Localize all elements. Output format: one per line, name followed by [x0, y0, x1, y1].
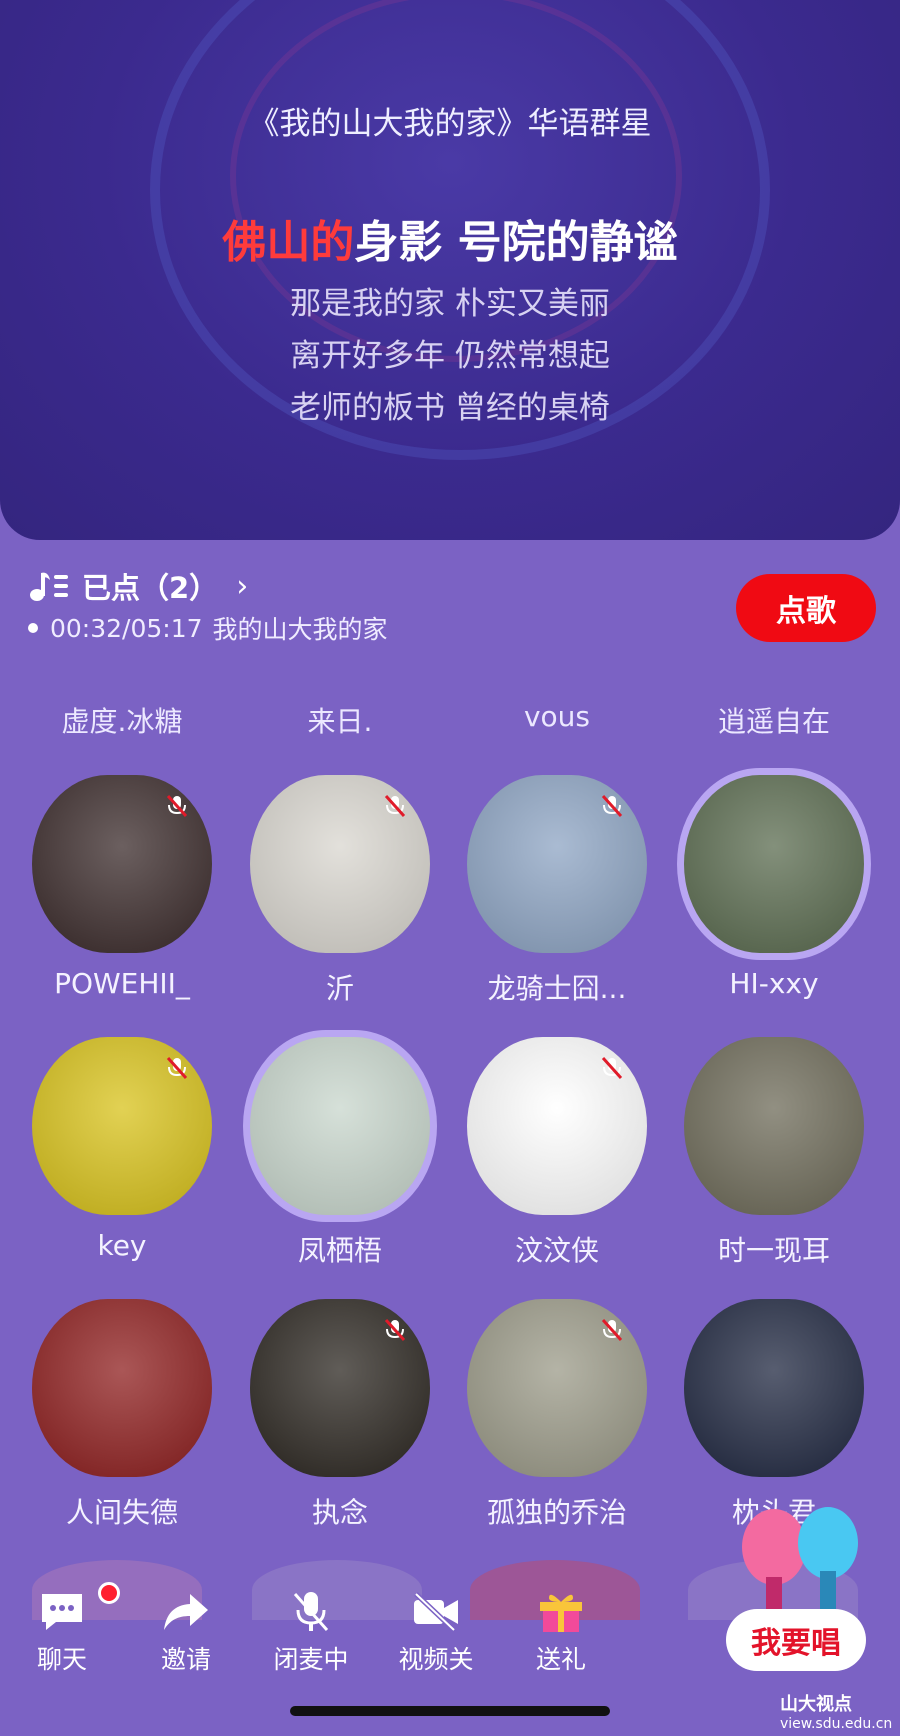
- lyric-line-2: 离开好多年 仍然常想起: [290, 338, 610, 374]
- unread-badge: [98, 1582, 120, 1604]
- music-list-icon: [30, 572, 68, 601]
- seat[interactable]: key: [22, 1037, 222, 1262]
- microphones-icon: [742, 1507, 858, 1611]
- mic-toggle-button[interactable]: 闭麦中: [261, 1590, 361, 1676]
- brand-name: 山大视点: [780, 1694, 852, 1715]
- seat[interactable]: 汶汶侠: [457, 1037, 657, 1269]
- invite-label: 邀请: [160, 1645, 211, 1674]
- seat-name[interactable]: 虚度.冰糖: [22, 700, 222, 740]
- now-playing-song: 我的山大我的家: [212, 615, 388, 644]
- muted-mic-icon: [601, 1318, 623, 1342]
- ordered-songs-label: 已点（2）: [82, 571, 219, 605]
- bottom-toolbar: 聊天 邀请 闭麦中 视频关 送礼: [0, 1582, 620, 1690]
- lyric-line-1: 那是我的家 朴实又美丽: [290, 286, 610, 322]
- lyrics-banner: 《我的山大我的家》华语群星 佛山的身影 号院的静谧 那是我的家 朴实又美丽 离开…: [0, 0, 900, 540]
- seat-name: POWEHII_: [54, 967, 190, 1000]
- chevron-right-icon: ›: [236, 568, 249, 604]
- avatar[interactable]: [684, 775, 864, 953]
- ordered-songs-link[interactable]: 已点（2） ›: [28, 565, 248, 607]
- video-off-icon: [414, 1592, 458, 1632]
- seat-name[interactable]: vous: [457, 700, 657, 733]
- muted-mic-icon: [166, 1056, 188, 1080]
- seat-name: 孤独的乔治: [486, 1496, 627, 1529]
- seat[interactable]: HI-xxy: [674, 775, 874, 1000]
- avatar[interactable]: [467, 775, 647, 953]
- seat-name: HI-xxy: [729, 967, 819, 1000]
- lyric-line-3: 老师的板书 曾经的桌椅: [290, 390, 610, 426]
- avatar[interactable]: [684, 1037, 864, 1215]
- sing-button[interactable]: 我要唱: [726, 1609, 866, 1671]
- avatar[interactable]: [250, 1299, 430, 1477]
- brand-watermark: 山大视点 view.sdu.edu.cn: [780, 1690, 892, 1732]
- home-indicator: [290, 1706, 610, 1716]
- avatar[interactable]: [32, 775, 212, 953]
- avatar[interactable]: [467, 1299, 647, 1477]
- seat[interactable]: 龙骑士囧...: [457, 775, 657, 1007]
- seat-name: 执念: [311, 1496, 368, 1529]
- muted-mic-icon: [384, 794, 406, 818]
- seat[interactable]: 人间失德: [22, 1299, 222, 1531]
- playing-dot-icon: [28, 623, 38, 633]
- avatar[interactable]: [250, 775, 430, 953]
- seat[interactable]: 凤栖梧: [240, 1037, 440, 1269]
- muted-mic-icon: [166, 794, 188, 818]
- seat-name: 沂: [325, 972, 354, 1005]
- seat-name[interactable]: 逍遥自在: [674, 700, 874, 740]
- seat[interactable]: 时一现耳: [674, 1037, 874, 1269]
- avatar[interactable]: [250, 1037, 430, 1215]
- avatar[interactable]: [467, 1037, 647, 1215]
- chat-label: 聊天: [36, 1645, 87, 1674]
- current-lyric: 佛山的身影 号院的静谧: [0, 206, 900, 270]
- seat-name: 汶汶侠: [514, 1234, 599, 1267]
- share-arrow-icon: [164, 1594, 208, 1630]
- seat-name[interactable]: 来日.: [240, 700, 440, 740]
- gift-button[interactable]: 送礼: [511, 1590, 611, 1676]
- muted-mic-icon: [601, 1056, 623, 1080]
- muted-mic-icon: [601, 794, 623, 818]
- chat-bubble-icon: [42, 1594, 82, 1630]
- playback-time: 00:32/05:17: [50, 613, 203, 643]
- avatar[interactable]: [684, 1299, 864, 1477]
- mic-off-icon: [293, 1592, 329, 1631]
- seat[interactable]: 执念: [240, 1299, 440, 1531]
- seat-name: 人间失德: [65, 1496, 178, 1529]
- video-label: 视频关: [398, 1645, 474, 1674]
- video-toggle-button[interactable]: 视频关: [386, 1590, 486, 1676]
- gift-icon: [540, 1594, 582, 1632]
- mic-label: 闭麦中: [273, 1645, 349, 1674]
- now-playing: 00:32/05:17 我的山大我的家: [28, 610, 388, 646]
- lyric-sung-part: 佛山的: [222, 217, 355, 268]
- song-title: 《我的山大我的家》华语群星: [248, 106, 652, 142]
- brand-url: view.sdu.edu.cn: [780, 1716, 893, 1732]
- seat[interactable]: POWEHII_: [22, 775, 222, 1000]
- seat-name: 时一现耳: [717, 1234, 830, 1267]
- lyric-unsung-part: 身影 号院的静谧: [354, 217, 678, 268]
- invite-button[interactable]: 邀请: [136, 1590, 236, 1676]
- order-song-button[interactable]: 点歌: [736, 574, 876, 642]
- avatar[interactable]: [32, 1037, 212, 1215]
- chat-button[interactable]: 聊天: [12, 1582, 120, 1676]
- seat[interactable]: 孤独的乔治: [457, 1299, 657, 1531]
- seat-name: 凤栖梧: [297, 1234, 382, 1267]
- gift-label: 送礼: [535, 1645, 586, 1674]
- seat[interactable]: 沂: [240, 775, 440, 1007]
- seat-name: 龙骑士囧...: [487, 972, 627, 1005]
- avatar[interactable]: [32, 1299, 212, 1477]
- seat[interactable]: 枕头君: [674, 1299, 874, 1531]
- muted-mic-icon: [384, 1318, 406, 1342]
- seat-name: key: [97, 1229, 147, 1262]
